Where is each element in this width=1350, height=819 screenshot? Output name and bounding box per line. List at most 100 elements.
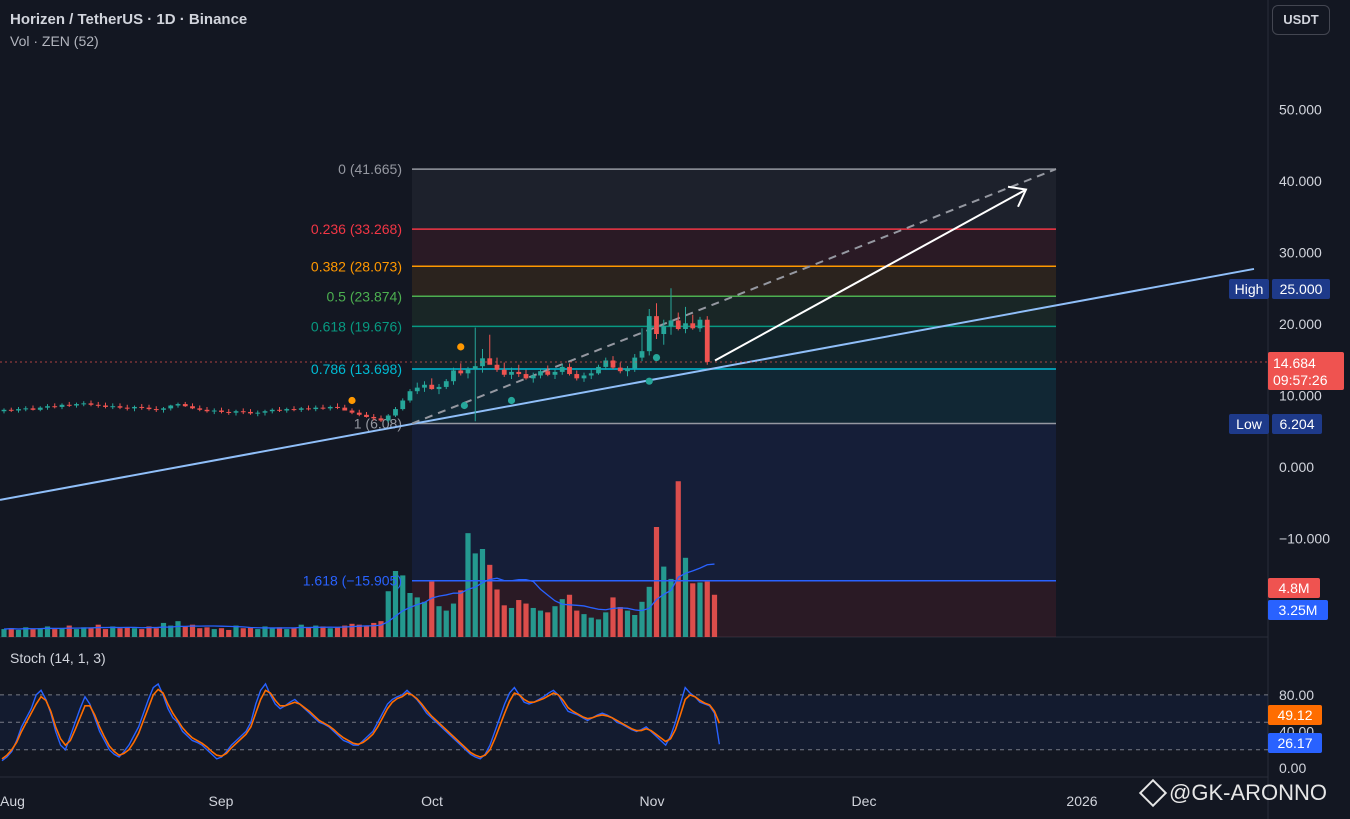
volume-bar xyxy=(327,628,333,637)
volume-bar xyxy=(508,607,515,637)
stoch-pane xyxy=(0,682,1268,762)
candle-body xyxy=(110,406,116,408)
stoch-k-badge: 26.17 xyxy=(1277,735,1312,751)
volume-bar xyxy=(276,627,283,637)
volume-bar xyxy=(436,606,442,637)
candle-body xyxy=(639,351,645,358)
volume-bar xyxy=(320,626,326,637)
volume-bar xyxy=(240,628,246,637)
candle-body xyxy=(625,368,630,372)
signal-dot-icon xyxy=(652,354,661,362)
candle-body xyxy=(603,360,609,367)
stoch-tick-label: 0.00 xyxy=(1279,760,1306,776)
volume-bar xyxy=(37,628,43,637)
candle-body xyxy=(139,406,145,408)
volume-bar xyxy=(661,566,667,637)
candle-body xyxy=(204,409,210,412)
volume-bar xyxy=(690,583,696,637)
high-label: High xyxy=(1235,281,1264,297)
candle-body xyxy=(552,371,558,375)
candle-body xyxy=(269,409,275,412)
volume-bar xyxy=(530,607,536,637)
candle-body xyxy=(88,403,94,405)
candle-body xyxy=(617,367,623,372)
signal-dot-icon xyxy=(460,401,468,410)
candle-body xyxy=(530,375,536,379)
candle-body xyxy=(146,407,152,410)
volume-bar xyxy=(545,612,551,637)
volume-bar xyxy=(305,627,312,637)
volume-bar xyxy=(617,607,623,637)
volume-bar xyxy=(385,591,391,637)
candle-body xyxy=(248,411,253,414)
fib-zone xyxy=(412,229,1056,267)
candle-body xyxy=(226,411,232,413)
high-value: 25.000 xyxy=(1280,281,1323,297)
volume-bar xyxy=(66,625,72,637)
volume-bar xyxy=(552,606,558,637)
volume-bar xyxy=(124,627,130,637)
volume-bar xyxy=(472,553,478,637)
candle-body xyxy=(559,366,565,372)
candle-body xyxy=(45,406,50,408)
volume-bar xyxy=(479,549,486,637)
volume-bar xyxy=(88,628,94,637)
fib-zone xyxy=(412,266,1056,297)
candle-body xyxy=(371,416,377,419)
candle-body xyxy=(175,404,181,406)
candle-body xyxy=(335,406,340,408)
signal-dot-icon xyxy=(507,396,516,405)
volume-bar xyxy=(284,629,290,637)
candle-body xyxy=(538,371,543,376)
price-tick-label: 0.000 xyxy=(1279,459,1314,475)
volume-bar xyxy=(334,627,341,637)
candle-body xyxy=(675,320,681,330)
volume-bar xyxy=(204,627,210,637)
volume-bar xyxy=(653,527,660,637)
candle-body xyxy=(465,369,471,374)
volume-bar xyxy=(363,625,370,637)
candle-body xyxy=(327,406,333,409)
candle-body xyxy=(8,409,14,411)
candle-body xyxy=(596,366,601,374)
volume-bar xyxy=(407,593,413,637)
volume-bar xyxy=(574,610,580,637)
price-tick-label: 40.000 xyxy=(1279,173,1322,189)
candle-body xyxy=(588,373,594,376)
fib-zone xyxy=(412,369,1056,424)
volume-bar xyxy=(711,594,718,637)
chart-canvas[interactable]: 0 (41.665) 0.236 (33.268) 0.382 (28.073) 0.… xyxy=(0,0,1350,819)
fib-zone xyxy=(412,326,1056,370)
candle-body xyxy=(443,381,449,387)
candle-body xyxy=(407,391,413,401)
volume-bar xyxy=(298,624,304,637)
volume-bar xyxy=(30,629,36,637)
volume-bar xyxy=(175,621,181,637)
volume-bar xyxy=(595,619,602,637)
candle-body xyxy=(132,406,137,409)
binance-logo-icon xyxy=(1138,778,1168,808)
volume-bar xyxy=(465,533,471,637)
volume-bar xyxy=(153,628,159,637)
candle-body xyxy=(451,370,456,382)
fib-zone xyxy=(412,423,1056,581)
candle-body xyxy=(320,407,326,409)
candle-body xyxy=(298,408,304,410)
candle-body xyxy=(124,407,130,409)
fib-level-label: 1 (6.08) xyxy=(354,416,402,432)
currency-button[interactable]: USDT xyxy=(1272,5,1330,35)
time-tick-label: Aug xyxy=(0,793,25,809)
candle-body xyxy=(661,326,667,335)
candle-body xyxy=(277,409,282,411)
volume-bar xyxy=(15,629,22,637)
countdown-timer: 09:57:26 xyxy=(1273,372,1328,388)
candle-body xyxy=(646,316,652,352)
volume-bar xyxy=(516,600,522,637)
candle-body xyxy=(74,404,79,406)
fib-zone xyxy=(412,169,1056,230)
candle-body xyxy=(400,400,406,410)
volume-bar xyxy=(458,590,464,637)
volume-bar xyxy=(610,597,616,637)
stoch-indicator-label: Stoch (14, 1, 3) xyxy=(10,650,106,666)
candle-body xyxy=(153,409,159,411)
